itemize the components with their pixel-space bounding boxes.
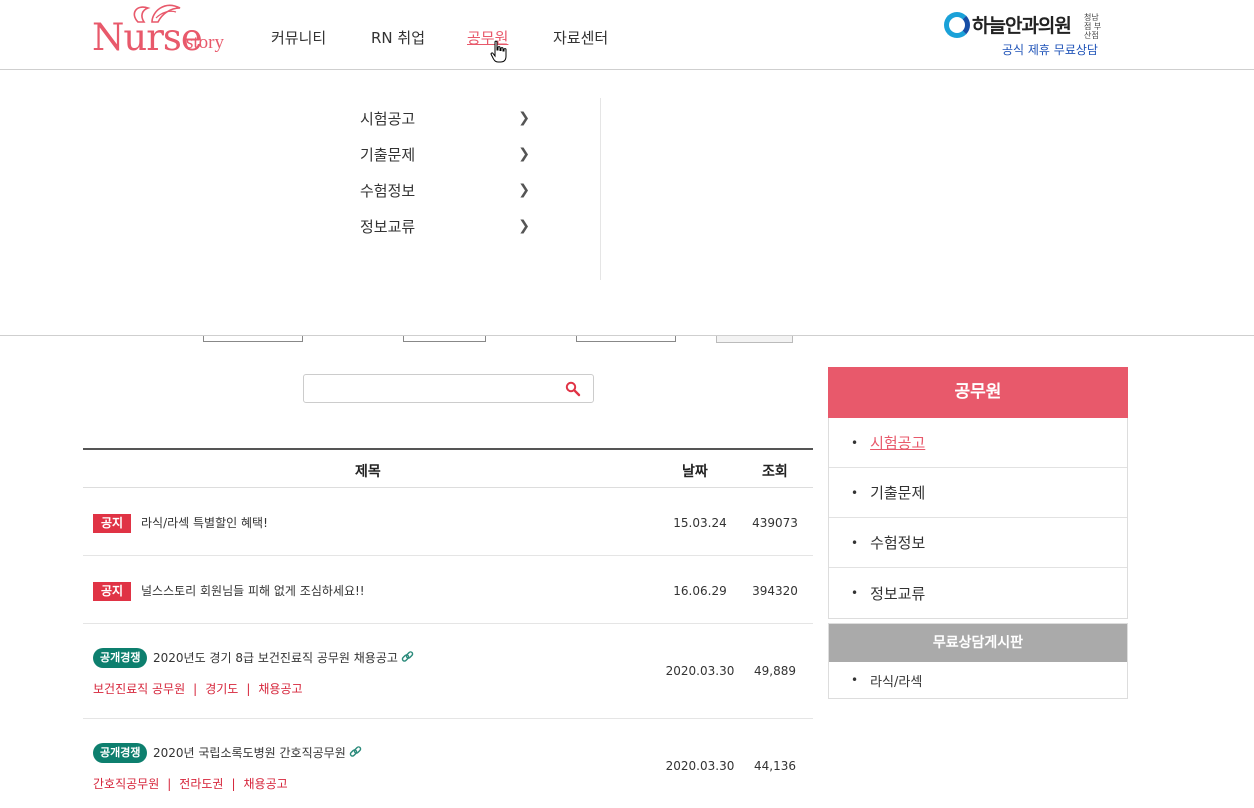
header-title: 제목: [355, 464, 381, 480]
filter-select-2[interactable]: [403, 336, 486, 342]
partner-logo-icon: [944, 12, 970, 38]
filter-button[interactable]: [716, 336, 793, 343]
post-title-link[interactable]: 2020년도 경기 8급 보건진료직 공무원 채용공고: [153, 651, 398, 665]
search-input[interactable]: [312, 375, 562, 402]
bullet-icon: •: [851, 586, 859, 600]
sidebar-item-past-exams[interactable]: • 기출문제: [829, 468, 1127, 518]
sidebar-item-label: 정보교류: [870, 584, 926, 603]
dropdown-item-label: 시험공고: [360, 109, 416, 128]
sidebar-title: 공무원: [828, 367, 1128, 418]
sidebar-item-exam-info[interactable]: • 수험정보: [829, 518, 1127, 568]
post-date: 15.03.24: [673, 516, 727, 530]
category-badge: 공개경쟁: [93, 743, 148, 763]
post-date: 2020.03.30: [665, 759, 735, 773]
partner-name: 하늘안과의원: [972, 15, 1072, 37]
bullet-icon: •: [851, 435, 859, 450]
search-icon[interactable]: [565, 381, 581, 397]
sidebar-item-label: 기출문제: [870, 484, 926, 502]
nurse-story-logo[interactable]: Nurse story: [92, 2, 227, 60]
dropdown-item-exam-notice[interactable]: 시험공고 ❯: [360, 100, 600, 136]
post-date: 16.06.29: [673, 584, 727, 598]
sidebar-item-label: 수험정보: [870, 534, 926, 552]
post-date: 2020.03.30: [665, 664, 735, 678]
notice-badge: 공지: [93, 514, 131, 533]
notice-badge: 공지: [93, 582, 131, 601]
header-views: 조회: [762, 464, 788, 480]
post-board: 제목 날짜 조회 공지 라식/라섹 특별할인 혜택! 15.03.24 4390…: [83, 448, 813, 808]
consult-item-lasik[interactable]: • 라식/라섹: [829, 662, 1127, 698]
dropdown-item-past-exams[interactable]: 기출문제 ❯: [360, 136, 600, 172]
board-header: 제목 날짜 조회: [83, 450, 813, 488]
partner-branches: 청남점 부산점: [1084, 13, 1102, 40]
filter-select-3[interactable]: [576, 336, 676, 342]
chevron-right-icon: ❯: [518, 110, 530, 126]
chevron-right-icon: ❯: [518, 218, 530, 234]
consult-item-label: 라식/라섹: [870, 674, 923, 690]
post-views: 44,136: [754, 759, 796, 773]
post-views: 439073: [752, 516, 798, 530]
link-icon: [401, 651, 414, 662]
sidebar-list: • 시험공고 • 기출문제 • 수험정보 • 정보교류: [828, 418, 1128, 619]
link-icon: [349, 746, 361, 757]
bullet-icon: •: [851, 485, 859, 500]
chevron-right-icon: ❯: [518, 146, 530, 162]
tag-link[interactable]: 간호직공무원: [93, 777, 159, 791]
table-row[interactable]: 공지 라식/라섹 특별할인 혜택! 15.03.24 439073: [83, 488, 813, 556]
nav-community[interactable]: 커뮤니티: [271, 28, 326, 48]
post-tags: 간호직공무원 | 전라도권 | 채용공고: [93, 775, 288, 792]
dropdown-item-exam-info[interactable]: 수험정보 ❯: [360, 172, 600, 208]
tag-separator: |: [167, 777, 172, 791]
tag-link[interactable]: 보건진료직 공무원: [93, 682, 185, 696]
partner-tagline: 공식 제휴 무료상담: [1002, 43, 1098, 57]
tag-link[interactable]: 채용공고: [258, 682, 302, 696]
post-tags: 보건진료직 공무원 | 경기도 | 채용공고: [93, 680, 303, 697]
tag-link[interactable]: 전라도권: [179, 777, 223, 791]
post-title: 2020년 국립소록도병원 간호직공무원: [153, 743, 362, 763]
post-title-link[interactable]: 널스스토리 회원님들 피해 없게 조심하세요!!: [141, 582, 365, 601]
table-row[interactable]: 공지 널스스토리 회원님들 피해 없게 조심하세요!! 16.06.29 394…: [83, 556, 813, 624]
nav-resource-center[interactable]: 자료센터: [553, 28, 608, 48]
header-date: 날짜: [682, 464, 708, 480]
tag-link[interactable]: 채용공고: [244, 777, 288, 791]
dropdown-divider: [600, 98, 601, 280]
post-views: 49,889: [754, 664, 796, 678]
dropdown-item-label: 기출문제: [360, 145, 416, 164]
sidebar-item-exam-notice[interactable]: • 시험공고: [829, 418, 1127, 468]
sidebar-item-info-exchange[interactable]: • 정보교류: [829, 568, 1127, 618]
nav-rn-jobs[interactable]: RN 취업: [371, 28, 425, 48]
tag-separator: |: [231, 777, 236, 791]
tag-separator: |: [193, 682, 198, 696]
site-header: Nurse story 커뮤니티 RN 취업 공무원 자료센터 하늘안과의원 청…: [0, 0, 1254, 70]
post-title-link[interactable]: 라식/라섹 특별할인 혜택!: [141, 514, 268, 533]
partner-banner[interactable]: 하늘안과의원 청남점 부산점 공식 제휴 무료상담: [944, 10, 1114, 60]
sidebar-menu: 공무원 • 시험공고 • 기출문제 • 수험정보 • 정보교류: [828, 367, 1128, 619]
dropdown-item-info-exchange[interactable]: 정보교류 ❯: [360, 208, 600, 244]
post-title: 2020년도 경기 8급 보건진료직 공무원 채용공고: [153, 648, 414, 668]
table-row[interactable]: 공개경쟁 2020년 국립소록도병원 간호직공무원 간호직공무원 | 전라도권 | 채용…: [83, 719, 813, 808]
category-badge: 공개경쟁: [93, 648, 148, 668]
dropdown-item-label: 수험정보: [360, 181, 416, 200]
bullet-icon: •: [851, 673, 859, 687]
consult-board-title[interactable]: 무료상담게시판: [829, 624, 1127, 662]
hand-cursor-icon: [490, 40, 507, 63]
post-title-link[interactable]: 2020년 국립소록도병원 간호직공무원: [153, 746, 346, 760]
table-row[interactable]: 공개경쟁 2020년도 경기 8급 보건진료직 공무원 채용공고 보건진료직 공…: [83, 624, 813, 719]
logo-sub-text: story: [186, 32, 224, 53]
post-views: 394320: [752, 584, 798, 598]
consult-board-box: 무료상담게시판 • 라식/라섹: [828, 623, 1128, 699]
tag-separator: |: [246, 682, 251, 696]
tag-link[interactable]: 경기도: [205, 682, 238, 696]
filter-select-1[interactable]: [203, 336, 303, 342]
chevron-right-icon: ❯: [518, 182, 530, 198]
nav-dropdown: 시험공고 ❯ 기출문제 ❯ 수험정보 ❯ 정보교류 ❯: [0, 70, 1254, 336]
search-box: [303, 374, 594, 403]
dropdown-list: 시험공고 ❯ 기출문제 ❯ 수험정보 ❯ 정보교류 ❯: [360, 100, 600, 244]
sidebar-item-label: 시험공고: [870, 434, 926, 452]
dropdown-item-label: 정보교류: [360, 217, 416, 236]
bullet-icon: •: [851, 535, 859, 550]
